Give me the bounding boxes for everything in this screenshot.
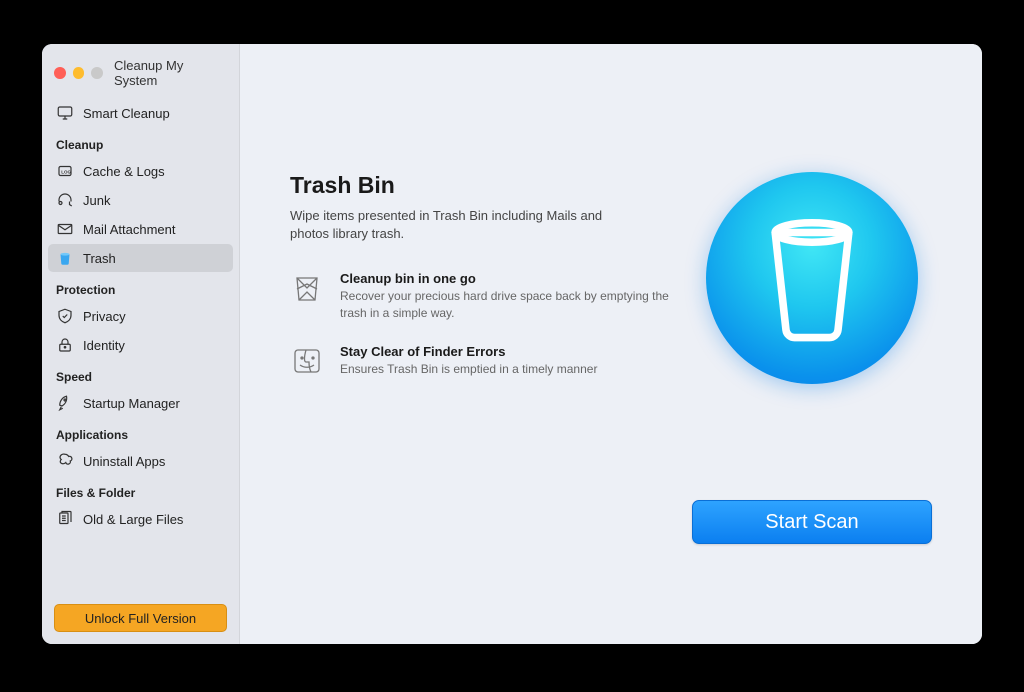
shield-icon (56, 307, 74, 325)
sidebar-section-cleanup: Cleanup (48, 128, 233, 156)
sidebar-item-mail-attachment[interactable]: Mail Attachment (48, 215, 233, 243)
sidebar-item-label: Smart Cleanup (83, 106, 170, 121)
main-panel: Trash Bin Wipe items presented in Trash … (240, 44, 982, 644)
feature-title: Cleanup bin in one go (340, 271, 670, 286)
log-icon: LOG (56, 162, 74, 180)
sidebar-item-startup-manager[interactable]: Startup Manager (48, 389, 233, 417)
sidebar-item-label: Junk (83, 193, 110, 208)
sidebar-section-applications: Applications (48, 418, 233, 446)
rocket-icon (56, 394, 74, 412)
svg-text:LOG: LOG (61, 169, 71, 174)
app-window: Cleanup My System Smart Cleanup Cleanup … (42, 44, 982, 644)
start-scan-button[interactable]: Start Scan (692, 500, 932, 544)
close-icon[interactable] (54, 67, 66, 79)
trash-bin-illustration (706, 172, 918, 384)
sidebar-content: Smart Cleanup Cleanup LOG Cache & Logs J… (42, 98, 239, 596)
lock-icon (56, 336, 74, 354)
wire-trash-icon (290, 271, 324, 305)
sidebar-item-junk[interactable]: Junk (48, 186, 233, 214)
sidebar-item-label: Mail Attachment (83, 222, 176, 237)
page-subtitle: Wipe items presented in Trash Bin includ… (290, 207, 610, 243)
trash-icon (56, 249, 74, 267)
sidebar-section-files-folder: Files & Folder (48, 476, 233, 504)
sidebar-item-trash[interactable]: Trash (48, 244, 233, 272)
sidebar-item-label: Old & Large Files (83, 512, 183, 527)
minimize-icon[interactable] (73, 67, 85, 79)
sidebar-item-uninstall-apps[interactable]: Uninstall Apps (48, 447, 233, 475)
window-title: Cleanup My System (114, 58, 227, 88)
sidebar-section-speed: Speed (48, 360, 233, 388)
sidebar-item-label: Trash (83, 251, 116, 266)
sidebar: Cleanup My System Smart Cleanup Cleanup … (42, 44, 240, 644)
feature-cleanup-bin: Cleanup bin in one go Recover your preci… (290, 271, 670, 322)
sidebar-item-privacy[interactable]: Privacy (48, 302, 233, 330)
files-icon (56, 510, 74, 528)
sidebar-item-identity[interactable]: Identity (48, 331, 233, 359)
sidebar-item-label: Privacy (83, 309, 126, 324)
feature-desc: Recover your precious hard drive space b… (340, 288, 670, 322)
sidebar-section-protection: Protection (48, 273, 233, 301)
sidebar-item-label: Startup Manager (83, 396, 180, 411)
sidebar-item-label: Cache & Logs (83, 164, 165, 179)
feature-title: Stay Clear of Finder Errors (340, 344, 597, 359)
sidebar-item-old-large-files[interactable]: Old & Large Files (48, 505, 233, 533)
envelope-icon (56, 220, 74, 238)
feature-finder-errors: Stay Clear of Finder Errors Ensures Tras… (290, 344, 670, 378)
app-icon (56, 452, 74, 470)
feature-desc: Ensures Trash Bin is emptied in a timely… (340, 361, 597, 378)
sidebar-item-label: Identity (83, 338, 125, 353)
fullscreen-icon[interactable] (91, 67, 103, 79)
sidebar-item-cache-logs[interactable]: LOG Cache & Logs (48, 157, 233, 185)
sidebar-item-smart-cleanup[interactable]: Smart Cleanup (48, 99, 233, 127)
monitor-icon (56, 104, 74, 122)
sidebar-item-label: Uninstall Apps (83, 454, 165, 469)
titlebar: Cleanup My System (42, 54, 239, 98)
headphones-icon (56, 191, 74, 209)
finder-icon (290, 344, 324, 378)
unlock-full-version-button[interactable]: Unlock Full Version (54, 604, 227, 632)
